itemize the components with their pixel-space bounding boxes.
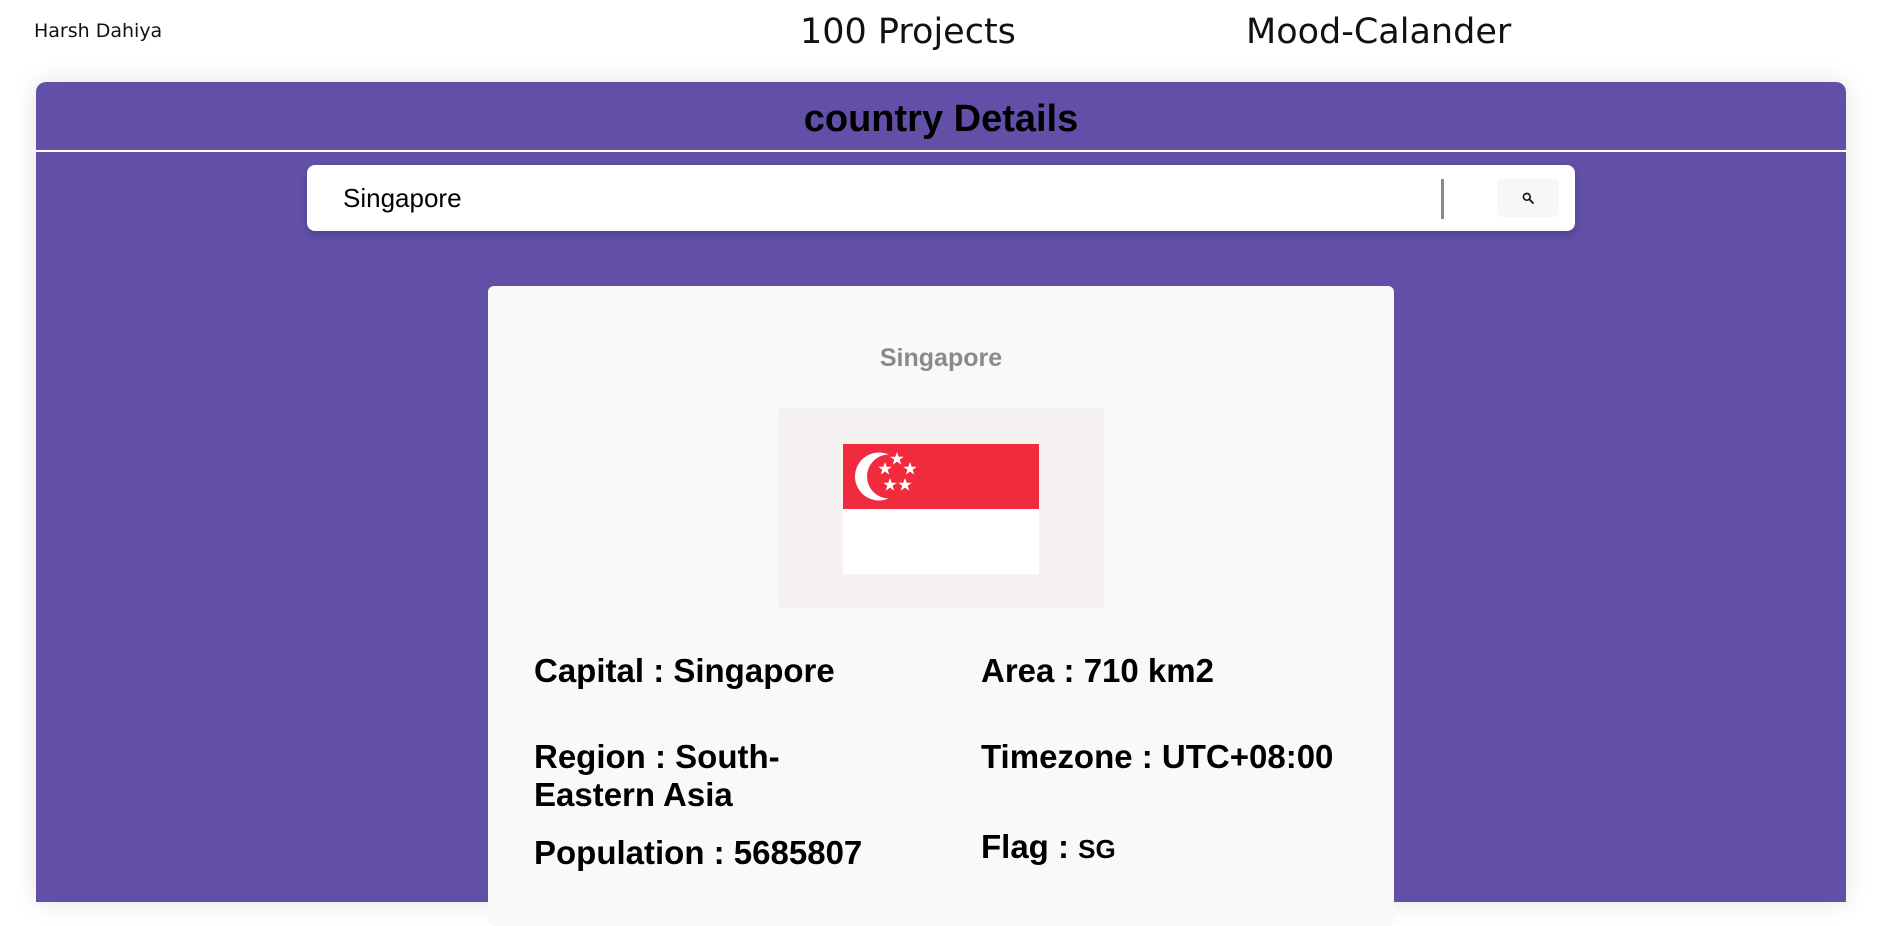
capital-detail: Capital : Singapore bbox=[534, 652, 835, 689]
search-bar bbox=[307, 165, 1575, 231]
flag-detail: Flag : SG bbox=[981, 828, 1381, 868]
country-details-panel: country Details Singapore Singapore Capi… bbox=[36, 82, 1846, 926]
flag-container bbox=[778, 408, 1104, 608]
area-detail: Area : 710 km2 bbox=[981, 652, 1214, 689]
author-name: Harsh Dahiya bbox=[34, 20, 163, 42]
panel-title: country Details bbox=[803, 98, 1079, 140]
flag-detail-label: Flag : bbox=[981, 828, 1079, 865]
population-detail: Population : 5685807 bbox=[534, 834, 863, 871]
timezone-detail: Timezone : UTC+08:00 bbox=[981, 738, 1334, 775]
search-button[interactable] bbox=[1497, 179, 1559, 217]
region-detail: Region : South-Eastern Asia bbox=[534, 738, 780, 813]
panel-divider bbox=[36, 150, 1846, 152]
nav-link-100-projects[interactable]: 100 Projects bbox=[800, 12, 1016, 52]
top-navbar: Harsh Dahiya 100 Projects Mood-Calander bbox=[0, 0, 1885, 80]
country-search-input[interactable] bbox=[343, 177, 1403, 219]
flag-code: SG bbox=[1078, 834, 1116, 864]
search-divider bbox=[1441, 179, 1444, 219]
country-name: Singapore bbox=[879, 344, 1003, 372]
search-icon bbox=[1522, 192, 1534, 204]
singapore-flag-icon bbox=[843, 444, 1039, 574]
nav-link-mood-calander[interactable]: Mood-Calander bbox=[1246, 12, 1511, 52]
country-card: Singapore Capital : Singapore Area : 710… bbox=[488, 286, 1394, 926]
